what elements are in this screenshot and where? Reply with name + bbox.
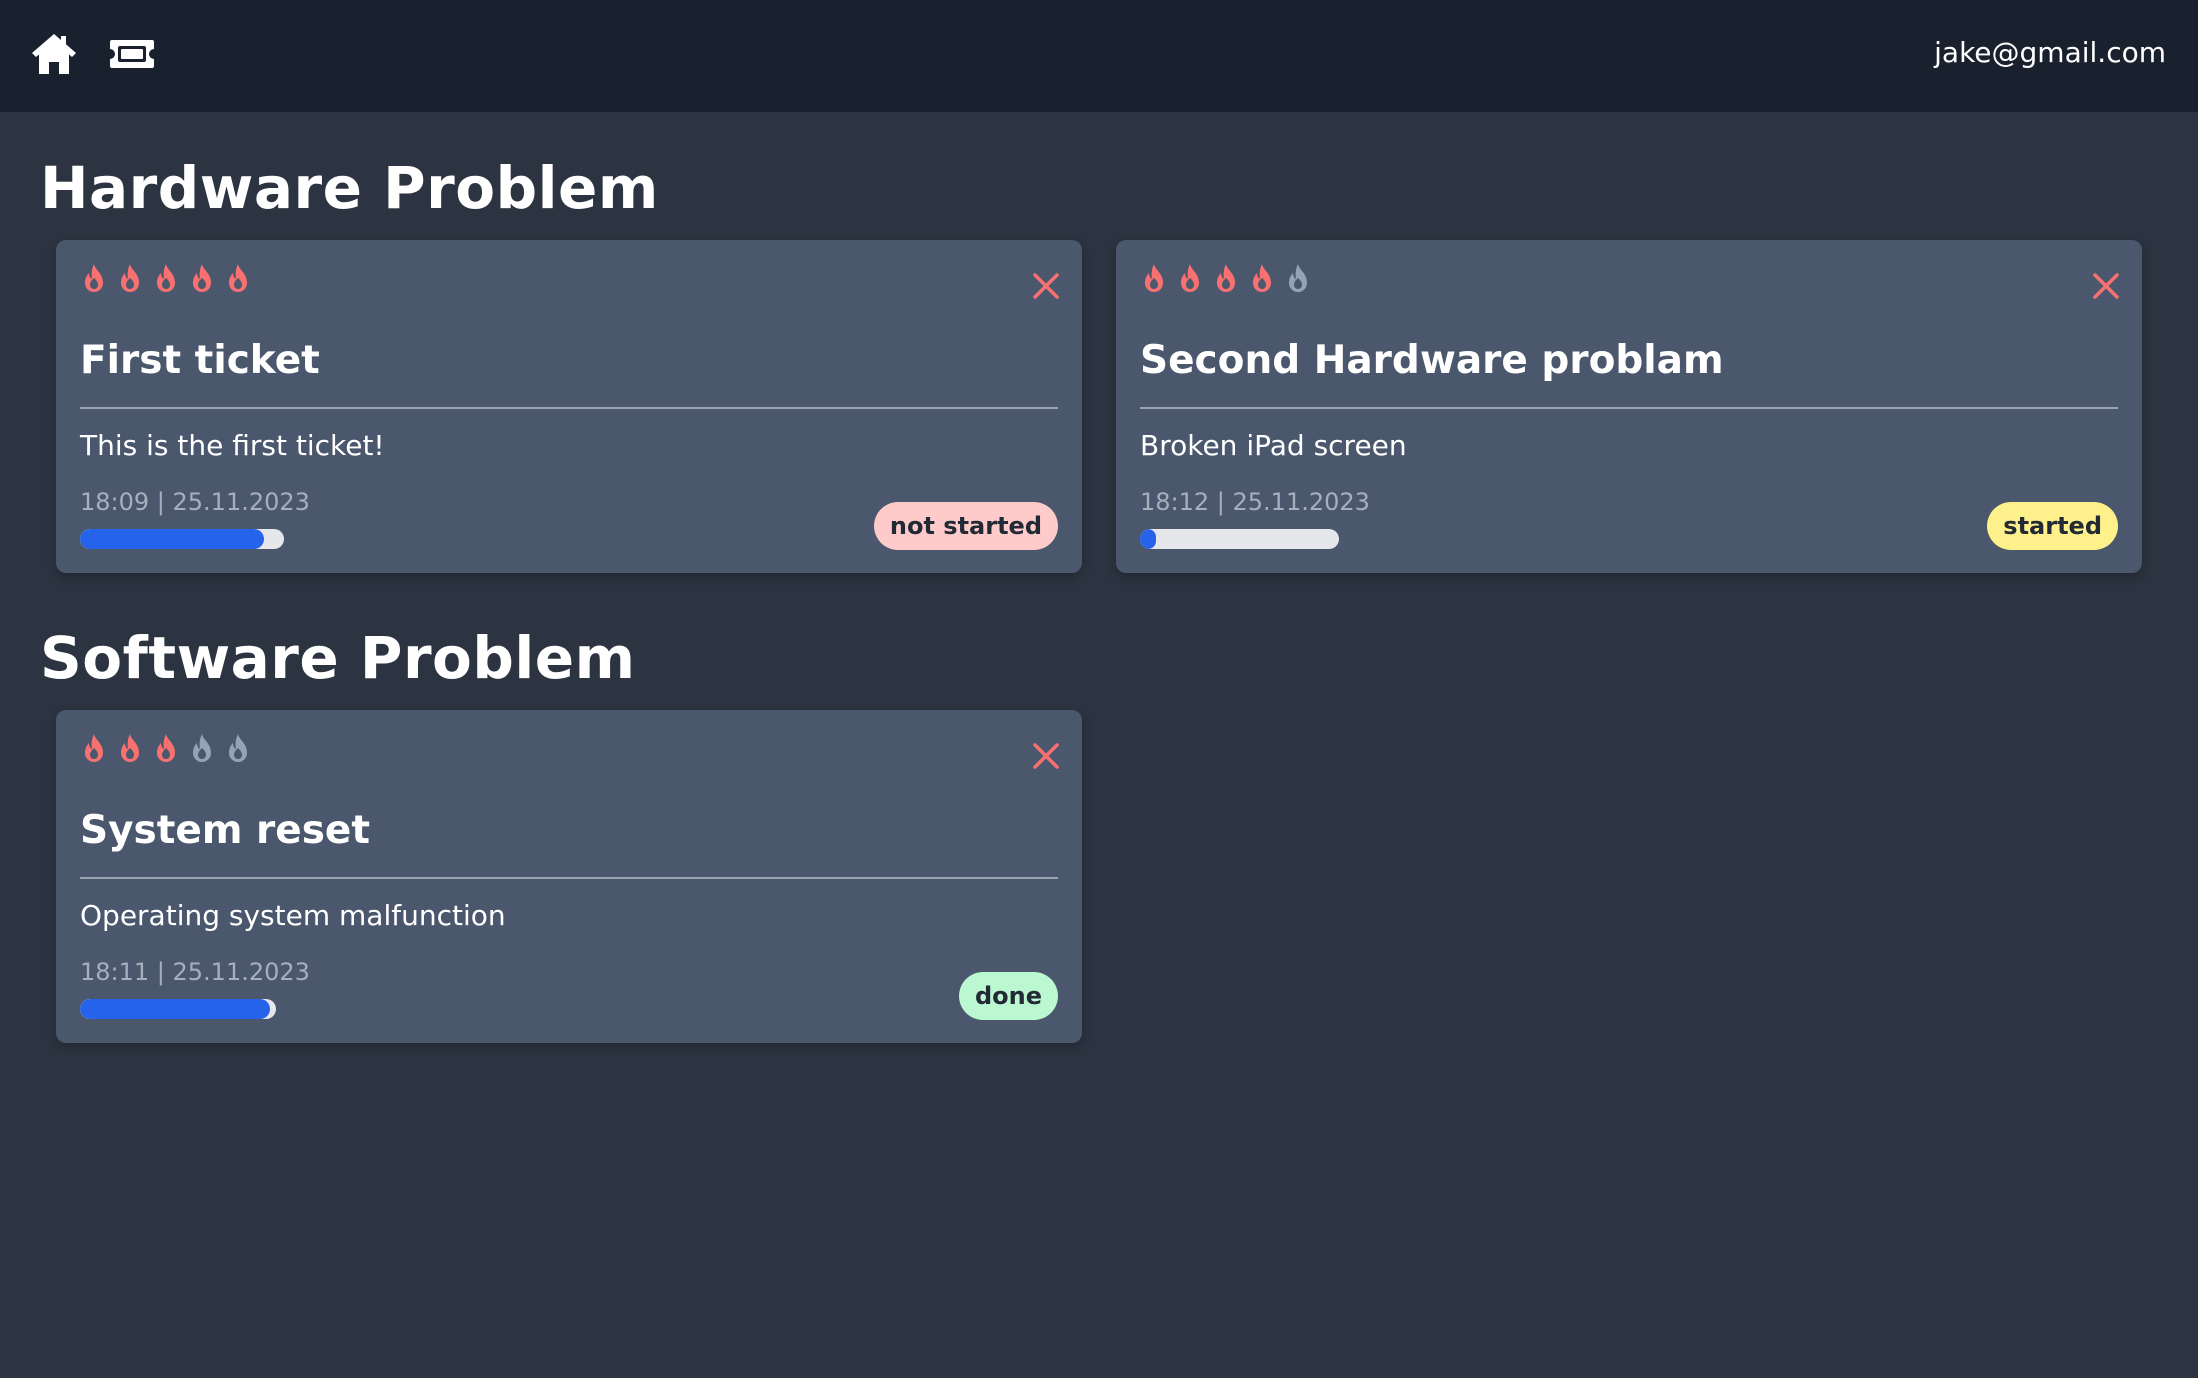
ticket-description: Operating system malfunction	[80, 899, 506, 932]
priority-flames	[79, 262, 253, 298]
user-email[interactable]: jake@gmail.com	[1934, 30, 2166, 76]
divider	[80, 407, 1058, 409]
flame-icon-active	[121, 734, 139, 762]
progress-fill	[80, 999, 271, 1019]
close-icon[interactable]	[1028, 738, 1064, 774]
flame-icon-inactive	[229, 734, 247, 762]
flame-icon-active	[121, 264, 139, 292]
home-icon[interactable]	[28, 28, 80, 80]
ticket-description: This is the first ticket!	[80, 429, 385, 462]
flame-icon-active	[1253, 264, 1271, 292]
priority-flames	[79, 732, 253, 768]
ticket-card[interactable]: First ticket This is the first ticket! 1…	[56, 240, 1082, 573]
flame-icon-active	[1181, 264, 1199, 292]
close-icon[interactable]	[2088, 268, 2124, 304]
priority-flames	[1139, 262, 1313, 298]
progress-fill	[1140, 529, 1156, 549]
flame-icon-active	[1217, 264, 1235, 292]
progress-bar	[1140, 529, 1339, 549]
section-title-software: Software Problem	[40, 624, 636, 692]
ticket-description: Broken iPad screen	[1140, 429, 1407, 462]
divider	[1140, 407, 2118, 409]
ticket-timestamp: 18:09 | 25.11.2023	[80, 488, 310, 516]
flame-icon-active	[157, 264, 175, 292]
divider	[80, 877, 1058, 879]
flame-icon-active	[85, 264, 103, 292]
ticket-title: Second Hardware problam	[1140, 338, 1724, 383]
ticket-timestamp: 18:11 | 25.11.2023	[80, 958, 310, 986]
flame-icon-active	[193, 264, 211, 292]
ticket-title: First ticket	[80, 338, 320, 383]
ticket-icon[interactable]	[106, 28, 158, 80]
ticket-card[interactable]: System reset Operating system malfunctio…	[56, 710, 1082, 1043]
ticket-title: System reset	[80, 808, 371, 853]
flame-icon-active	[1145, 264, 1163, 292]
ticket-card[interactable]: Second Hardware problam Broken iPad scre…	[1116, 240, 2142, 573]
flame-icon-active	[157, 734, 175, 762]
flame-icon-active	[85, 734, 103, 762]
progress-fill	[80, 529, 264, 549]
flame-icon-inactive	[1289, 264, 1307, 292]
close-icon[interactable]	[1028, 268, 1064, 304]
top-navbar: jake@gmail.com	[0, 0, 2198, 112]
flame-icon-active	[229, 264, 247, 292]
status-badge: started	[1987, 502, 2118, 550]
progress-bar	[80, 529, 284, 549]
status-badge: not started	[873, 502, 1058, 550]
flame-icon-inactive	[193, 734, 211, 762]
progress-bar	[80, 999, 276, 1019]
status-badge: done	[958, 972, 1058, 1020]
section-title-hardware: Hardware Problem	[40, 154, 659, 222]
ticket-timestamp: 18:12 | 25.11.2023	[1140, 488, 1370, 516]
